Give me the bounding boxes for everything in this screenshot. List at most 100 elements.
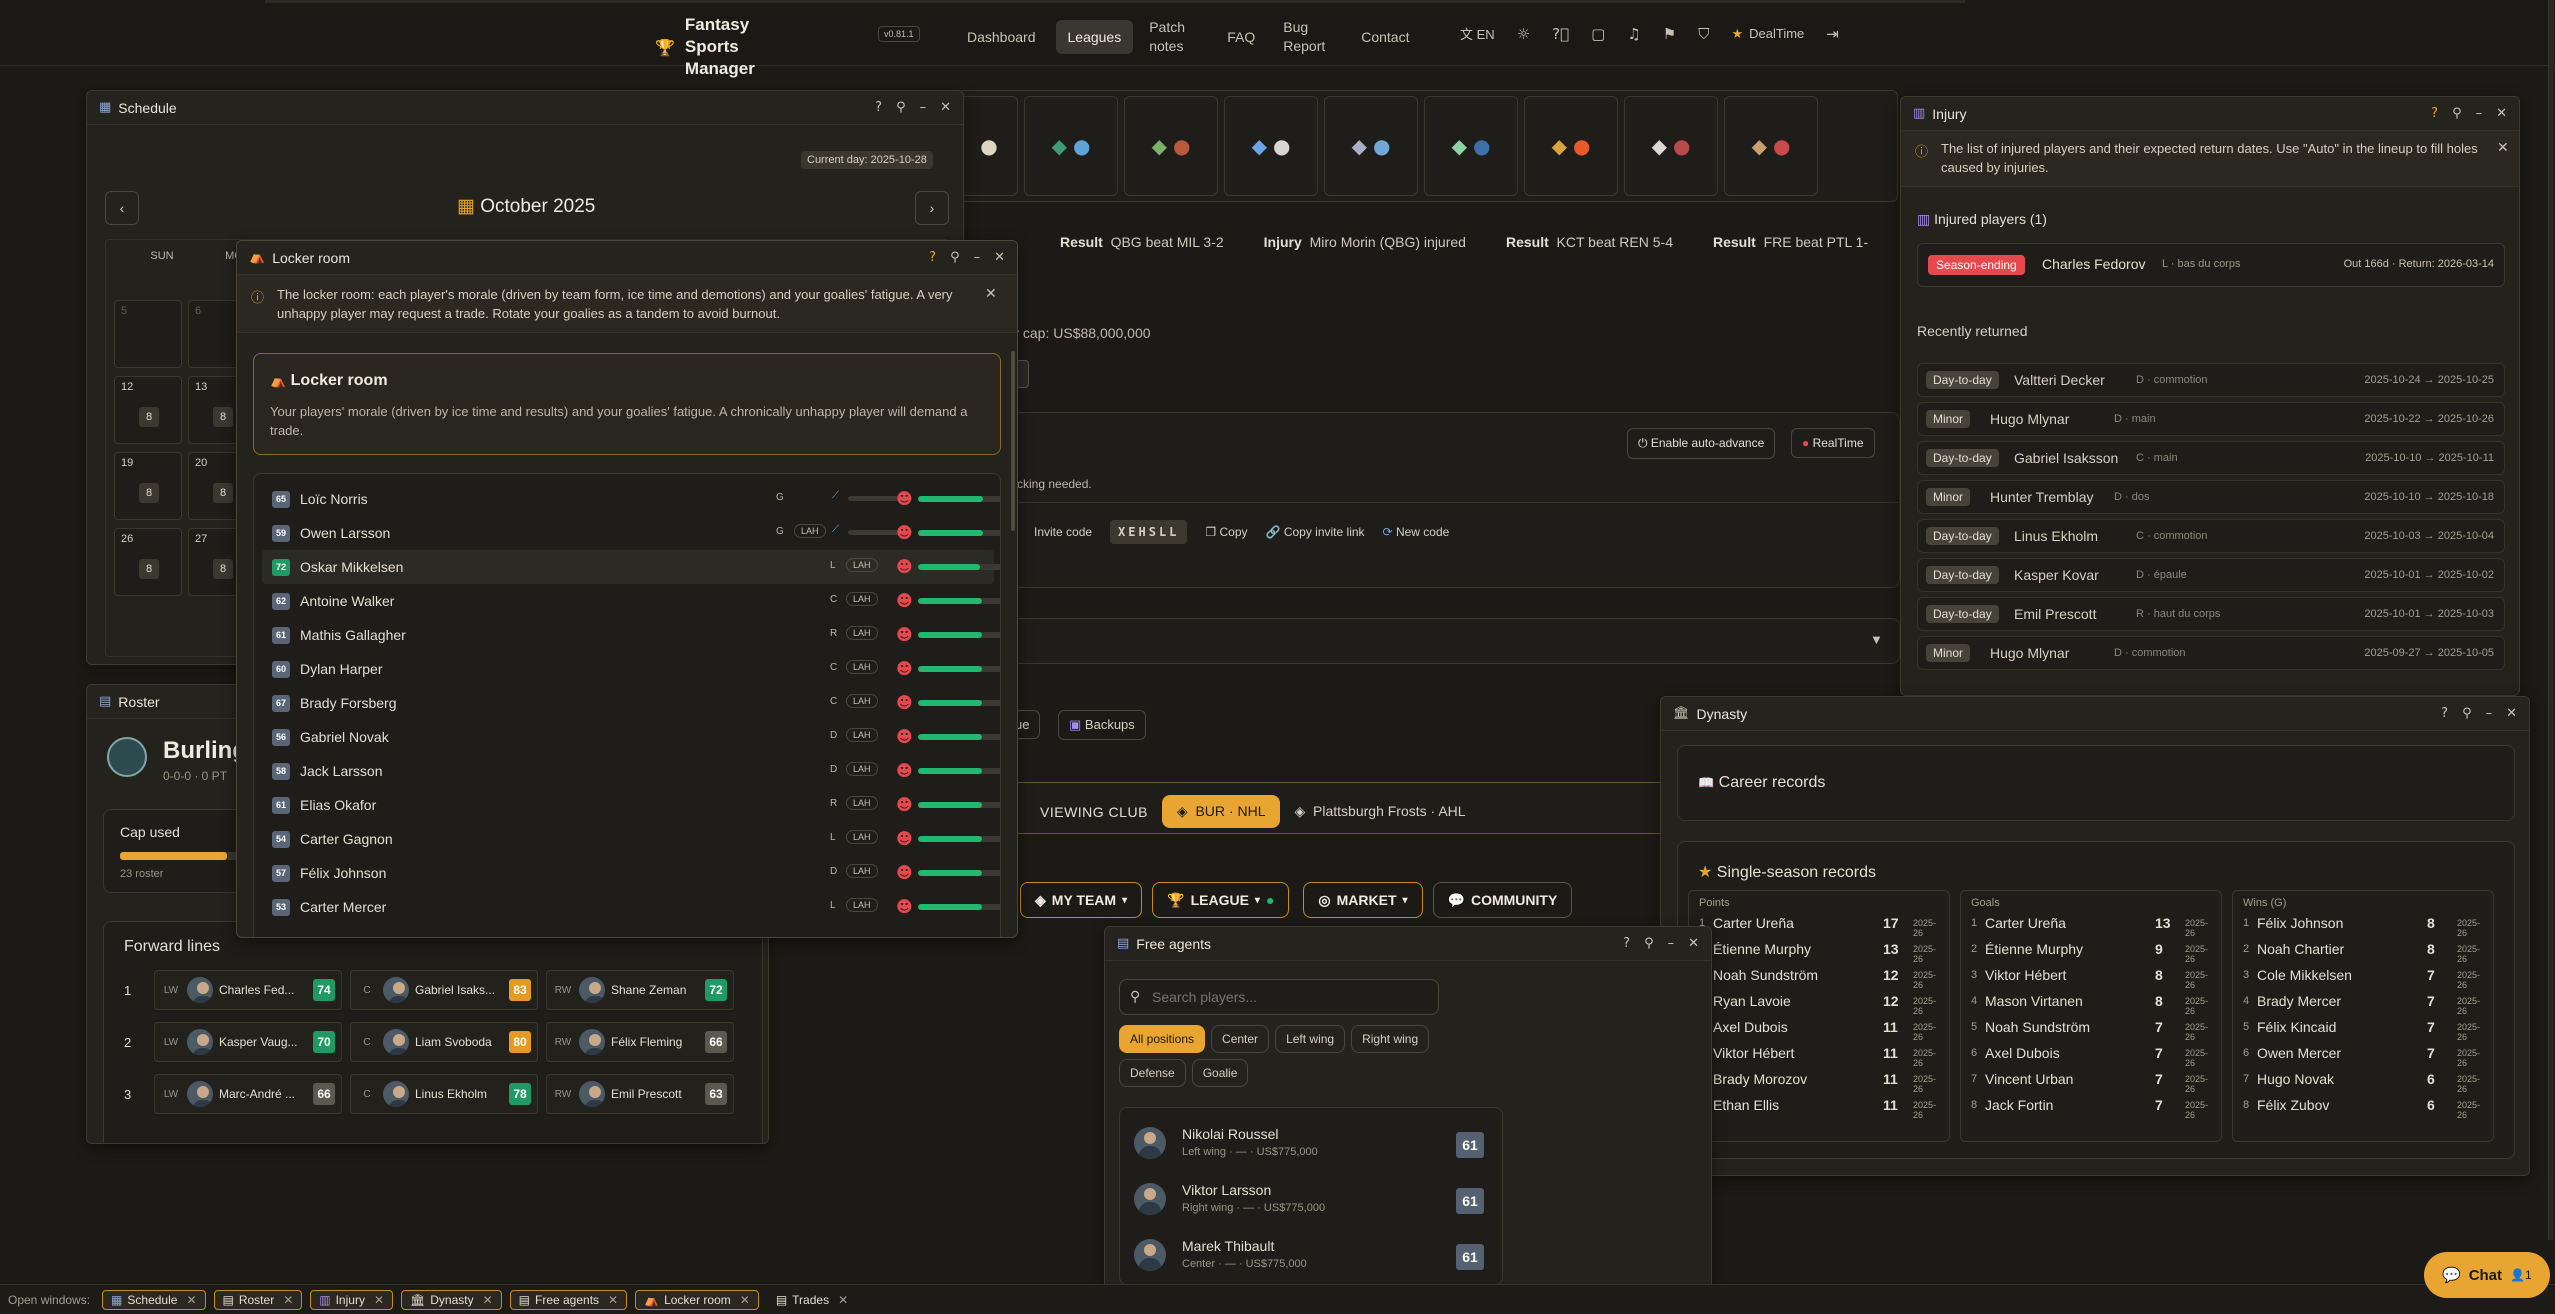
nav-contact[interactable]: Contact xyxy=(1349,20,1421,54)
calendar-day[interactable]: 12 8 xyxy=(114,376,182,444)
close-icon[interactable]: ✕ xyxy=(838,1293,848,1307)
search-box[interactable]: ⚲ xyxy=(1119,979,1439,1015)
chat-button[interactable]: 💬 Chat 👤1 xyxy=(2424,1252,2550,1298)
matchup-card[interactable]: ◆ ● xyxy=(1524,96,1618,196)
calendar-day[interactable]: 19 8 xyxy=(114,452,182,520)
free-agent-row[interactable]: Nikolai Roussel Left wing · — · US$775,00… xyxy=(1120,1116,1502,1172)
help-icon[interactable]: ? xyxy=(2431,106,2438,121)
copy-button[interactable]: ❐ Copy xyxy=(1205,525,1247,539)
prev-month-button[interactable]: ‹ xyxy=(105,191,139,225)
recent-injury-row[interactable]: Day-to-day Valtteri Decker D · commotion 20… xyxy=(1917,363,2505,397)
close-icon[interactable]: ✕ xyxy=(985,285,997,302)
help-icon[interactable]: ? xyxy=(929,250,936,265)
locker-player-row[interactable]: 58 Jack Larsson D LAH ☻ xyxy=(262,754,1000,788)
close-icon[interactable]: ✕ xyxy=(1688,936,1699,951)
line-slot[interactable]: RW Emil Prescott 63 xyxy=(546,1074,734,1114)
line-slot[interactable]: LW Kasper Vaug... 70 xyxy=(154,1022,342,1062)
record-row[interactable]: 5Axel Dubois112025-26 xyxy=(1699,1017,1941,1042)
record-row[interactable]: 3 Cole Mikkelsen 7 2025-26 xyxy=(2243,965,2485,990)
close-icon[interactable]: ✕ xyxy=(186,1293,196,1307)
locker-player-row[interactable]: 61 Elias Okafor R LAH ☻ xyxy=(262,788,1000,822)
taskbar-free-agents[interactable]: ▤ Free agents ✕ xyxy=(509,1289,628,1310)
club-primary-button[interactable]: ◈ BUR · NHL xyxy=(1161,795,1281,828)
filter-defense[interactable]: Defense xyxy=(1119,1059,1186,1087)
record-row[interactable]: 1 Carter Ureña 17 2025-26 xyxy=(1699,913,1941,938)
injured-player-row[interactable]: Season-ending Charles Fedorov L · bas du c… xyxy=(1917,243,2505,287)
locker-player-row[interactable]: 56 Gabriel Novak D LAH ☻ xyxy=(262,720,1000,754)
record-row[interactable]: 2 Étienne Murphy 9 2025-26 xyxy=(1971,939,2213,964)
tab-community[interactable]: 💬 COMMUNITY xyxy=(1432,882,1573,918)
record-row[interactable]: 7 Hugo Novak 6 2025-26 xyxy=(2243,1069,2485,1094)
ticker-item[interactable]: Result KCT beat REN 5-4 xyxy=(1506,234,1673,250)
flag-icon[interactable]: ⚑ xyxy=(1663,25,1676,43)
minimize-icon[interactable]: – xyxy=(2486,706,2493,721)
pin-icon[interactable]: ⚲ xyxy=(1644,936,1654,951)
taskbar-roster[interactable]: ▤ Roster ✕ xyxy=(213,1289,303,1310)
help-icon[interactable]: ? xyxy=(875,100,882,115)
line-slot[interactable]: C Liam Svoboda 80 xyxy=(350,1022,538,1062)
free-agent-row[interactable]: Viktor Larsson Right wing · — · US$775,00… xyxy=(1120,1172,1502,1228)
close-icon[interactable]: ✕ xyxy=(2496,106,2507,121)
locker-player-row[interactable]: 61 Mathis Gallagher R LAH ☻ xyxy=(262,618,1000,652)
shield-icon[interactable]: ⛉ xyxy=(1698,25,1709,43)
brand[interactable]: 🏆 Fantasy Sports Manager xyxy=(655,14,805,80)
close-icon[interactable]: ✕ xyxy=(374,1293,384,1307)
calendar-day[interactable]: 5 xyxy=(114,300,182,368)
invite-code[interactable]: XEHSLL xyxy=(1110,520,1188,544)
scrollbar[interactable] xyxy=(1011,351,1015,531)
line-slot[interactable]: RW Shane Zeman 72 xyxy=(546,970,734,1010)
filter-goalie[interactable]: Goalie xyxy=(1191,1059,1249,1087)
record-row[interactable]: 3Noah Sundström122025-26 xyxy=(1699,965,1941,990)
taskbar-trades[interactable]: ▤ Trades ✕ xyxy=(767,1290,857,1310)
taskbar-dynasty[interactable]: 🏛 Dynasty ✕ xyxy=(401,1289,502,1310)
tab-market[interactable]: ◎ MARKET ▾ xyxy=(1303,882,1423,918)
collapsible-section[interactable] xyxy=(960,618,1900,664)
minimize-icon[interactable]: – xyxy=(920,100,927,115)
recent-injury-row[interactable]: Day-to-day Linus Ekholm C · commotion 2025-… xyxy=(1917,519,2505,553)
close-icon[interactable]: ✕ xyxy=(740,1293,750,1307)
backups-button[interactable]: ▣ Backups xyxy=(1058,710,1146,740)
calendar-day[interactable]: 26 8 xyxy=(114,528,182,596)
locker-player-row[interactable]: 65 Loïc Norris G ⟋ ☻ xyxy=(262,482,1000,516)
record-row[interactable]: 4 Mason Virtanen 8 2025-26 xyxy=(1971,991,2213,1016)
nav-dashboard[interactable]: Dashboard xyxy=(955,20,1048,54)
taskbar-locker-room[interactable]: ⛺ Locker room ✕ xyxy=(635,1289,759,1310)
close-icon[interactable]: ✕ xyxy=(483,1293,493,1307)
free-agent-row[interactable]: Marek Thibault Center · — · US$775,000 61 xyxy=(1120,1228,1502,1284)
tab-my-team[interactable]: ◈ MY TEAM ▾ xyxy=(1020,882,1143,918)
pin-icon[interactable]: ⚲ xyxy=(896,100,906,115)
minimize-icon[interactable]: – xyxy=(1668,936,1675,951)
line-slot[interactable]: C Linus Ekholm 78 xyxy=(350,1074,538,1114)
record-row[interactable]: 3 Viktor Hébert 8 2025-26 xyxy=(1971,965,2213,990)
ticker-item[interactable]: Injury Miro Morin (QBG) injured xyxy=(1264,234,1466,250)
help-icon[interactable]: ?⃝ xyxy=(1552,25,1569,43)
recent-injury-row[interactable]: Day-to-day Emil Prescott R · haut du corps… xyxy=(1917,597,2505,631)
logout-icon[interactable]: ⇥ xyxy=(1826,25,1839,43)
line-slot[interactable]: C Gabriel Isaks... 83 xyxy=(350,970,538,1010)
chevron-down-icon[interactable]: ▼ xyxy=(1870,632,1883,647)
recent-injury-row[interactable]: Minor Hugo Mlynar D · commotion 2025-09-27 … xyxy=(1917,636,2505,670)
filter-all-positions[interactable]: All positions xyxy=(1119,1025,1206,1053)
nav-patch-notes[interactable]: Patch notes xyxy=(1141,16,1207,58)
record-row[interactable]: 1 Carter Ureña 13 2025-26 xyxy=(1971,913,2213,938)
nav-bug-report[interactable]: Bug Report xyxy=(1275,16,1341,58)
matchup-card[interactable]: ◆ ● xyxy=(1024,96,1118,196)
window-header[interactable]: ⛺ Locker room ? ⚲ – ✕ xyxy=(237,241,1017,275)
filter-left-wing[interactable]: Left wing xyxy=(1275,1025,1346,1053)
record-row[interactable]: 1 Félix Johnson 8 2025-26 xyxy=(2243,913,2485,938)
tab-league[interactable]: 🏆 LEAGUE ▾ ● xyxy=(1152,882,1290,918)
record-row[interactable]: 8 Félix Zubov 6 2025-26 xyxy=(2243,1095,2485,1120)
matchup-card[interactable]: ◆ ● xyxy=(1324,96,1418,196)
record-row[interactable]: 5 Félix Kincaid 7 2025-26 xyxy=(2243,1017,2485,1042)
search-input[interactable] xyxy=(1152,986,1432,1008)
realtime-button[interactable]: ● RealTime xyxy=(1791,428,1875,458)
ticker-item[interactable]: Result QBG beat MIL 3-2 xyxy=(1060,234,1224,250)
nav-faq[interactable]: FAQ xyxy=(1215,20,1267,54)
filter-right-wing[interactable]: Right wing xyxy=(1351,1025,1430,1053)
locker-player-row[interactable]: 62 Antoine Walker C LAH ☻ xyxy=(262,584,1000,618)
record-row[interactable]: 4Ryan Lavoie122025-26 xyxy=(1699,991,1941,1016)
close-icon[interactable]: ✕ xyxy=(994,250,1005,265)
ticker-item[interactable]: Result FRE beat PTL 1- xyxy=(1713,234,1868,250)
minimize-icon[interactable]: – xyxy=(974,250,981,265)
pin-icon[interactable]: ⚲ xyxy=(2452,106,2462,121)
